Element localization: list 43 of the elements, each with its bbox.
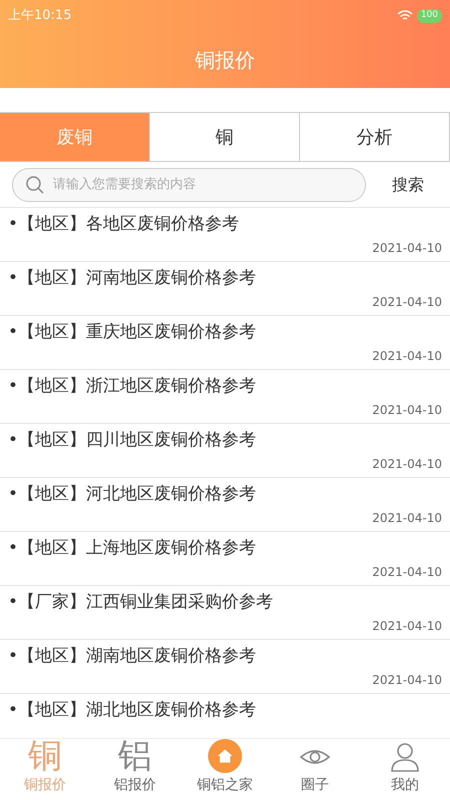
item-date: 2021-04-10 xyxy=(372,618,442,635)
list-item[interactable]: •【地区】浙江地区废铜价格参考 2021-04-10 xyxy=(0,370,450,424)
item-title: •【地区】浙江地区废铜价格参考 xyxy=(8,375,258,398)
item-title: •【地区】重庆地区废铜价格参考 xyxy=(8,321,258,344)
nav-tab[interactable]: 铝 铝报价 xyxy=(90,739,180,800)
battery-level: 100 xyxy=(416,9,442,23)
item-title: •【地区】河南地区废铜价格参考 xyxy=(8,267,258,290)
item-title: •【厂家】江西铜业集团采购价参考 xyxy=(8,591,274,614)
item-title: •【地区】各地区废铜价格参考 xyxy=(8,213,240,236)
status-time: 上午10:15 xyxy=(8,7,72,26)
list-item[interactable]: •【地区】各地区废铜价格参考 2021-04-10 xyxy=(0,208,450,262)
nav-glyph: 铝 xyxy=(118,739,152,773)
list-item[interactable]: •【地区】河北地区废铜价格参考 2021-04-10 xyxy=(0,478,450,532)
item-date: 2021-04-10 xyxy=(372,402,442,419)
list-item[interactable]: •【地区】河南地区废铜价格参考 2021-04-10 xyxy=(0,262,450,316)
page-title: 铜报价 xyxy=(195,47,255,74)
list-item[interactable]: •【地区】上海地区废铜价格参考 2021-04-10 xyxy=(0,532,450,586)
nav-tab[interactable]: 我的 xyxy=(360,739,450,800)
item-date: 2021-04-10 xyxy=(372,456,442,473)
wifi-icon xyxy=(396,10,413,22)
item-title: •【地区】河北地区废铜价格参考 xyxy=(8,483,258,506)
search-bar[interactable]: 请输入您需要搜索的内容 xyxy=(12,168,366,202)
item-title: •【地区】湖北地区废铜价格参考 xyxy=(8,699,258,722)
search-field[interactable]: 请输入您需要搜索的内容 xyxy=(53,174,353,194)
user-icon xyxy=(389,741,421,773)
item-title: •【地区】四川地区废铜价格参考 xyxy=(8,429,258,452)
search-button[interactable]: 搜索 xyxy=(378,172,438,196)
item-date: 2021-04-10 xyxy=(372,294,442,311)
search-icon xyxy=(25,174,45,194)
nav-tab[interactable]: 圈子 xyxy=(270,739,360,800)
nav-glyph: 铜 xyxy=(28,739,62,773)
list-item[interactable]: •【地区】重庆地区废铜价格参考 2021-04-10 xyxy=(0,316,450,370)
list-item[interactable]: •【地区】四川地区废铜价格参考 2021-04-10 xyxy=(0,424,450,478)
item-title: •【地区】上海地区废铜价格参考 xyxy=(8,537,258,560)
item-date: 2021-04-10 xyxy=(372,240,442,257)
item-date: 2021-04-10 xyxy=(372,564,442,581)
list-item[interactable]: •【厂家】江西铜业集团采购价参考 2021-04-10 xyxy=(0,586,450,640)
nav-tab[interactable]: 铜铝之家 xyxy=(180,739,270,800)
item-date: 2021-04-10 xyxy=(372,348,442,365)
item-title: •【地区】湖南地区废铜价格参考 xyxy=(8,645,258,668)
item-date: 2021-04-10 xyxy=(372,510,442,527)
list-item[interactable]: •【地区】湖南地区废铜价格参考 2021-04-10 xyxy=(0,640,450,694)
item-date: 2021-04-10 xyxy=(372,672,442,689)
